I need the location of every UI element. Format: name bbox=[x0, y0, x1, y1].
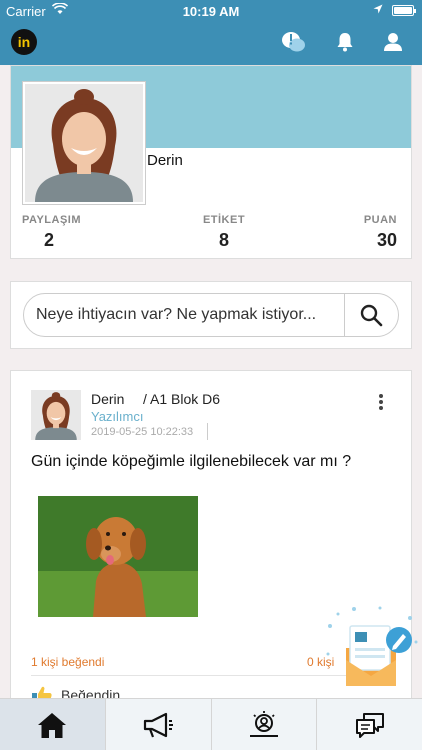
avatar-photo bbox=[31, 390, 81, 440]
bell-icon[interactable] bbox=[332, 30, 358, 54]
search-input[interactable]: Neye ihtiyacın var? Ne yapmak istiyor... bbox=[23, 293, 399, 337]
stat-tags: ETİKET 8 bbox=[184, 214, 264, 251]
date-divider bbox=[207, 423, 208, 440]
tab-home[interactable] bbox=[0, 699, 106, 750]
user-icon[interactable] bbox=[380, 30, 406, 54]
dog-photo bbox=[38, 496, 198, 617]
post-text: Gün içinde köpeğimle ilgilenebilecek var… bbox=[31, 453, 352, 470]
avatar-photo bbox=[25, 84, 143, 202]
more-options-icon[interactable] bbox=[375, 393, 387, 413]
app-logo[interactable]: in bbox=[11, 29, 37, 55]
compose-message-icon bbox=[326, 606, 418, 686]
home-icon bbox=[38, 712, 67, 738]
tab-messages[interactable] bbox=[317, 699, 422, 750]
stat-shares: PAYLAŞIM 2 bbox=[22, 214, 122, 251]
stat-points: PUAN 30 bbox=[297, 214, 397, 251]
bottom-nav bbox=[0, 698, 422, 750]
alert-chat-icon[interactable] bbox=[281, 30, 307, 54]
stat-value: 8 bbox=[218, 230, 229, 250]
post-date: 2019-05-25 10:22:33 bbox=[91, 426, 194, 438]
stat-value: 2 bbox=[44, 230, 55, 250]
post-author-role: Yazılımcı bbox=[91, 409, 144, 424]
post-author-avatar[interactable] bbox=[31, 390, 81, 440]
profile-name: Derin bbox=[147, 152, 183, 169]
post-location: / A1 Blok D6 bbox=[143, 391, 221, 407]
post-image[interactable] bbox=[38, 496, 198, 617]
profile-avatar[interactable] bbox=[23, 82, 145, 204]
post-author-name[interactable]: Derin bbox=[91, 391, 124, 407]
location-arrow-icon bbox=[373, 4, 383, 14]
battery-icon bbox=[392, 5, 416, 16]
stat-label: ETİKET bbox=[202, 214, 246, 226]
megaphone-icon bbox=[144, 712, 174, 737]
likes-count[interactable]: 1 kişi beğendi bbox=[31, 655, 104, 669]
compose-fab[interactable] bbox=[320, 604, 420, 694]
profile-card: Derin PAYLAŞIM 2 ETİKET 8 PUAN 30 bbox=[10, 65, 412, 259]
chat-icon bbox=[355, 712, 384, 738]
stat-label: PUAN bbox=[363, 214, 397, 226]
search-card: Neye ihtiyacın var? Ne yapmak istiyor... bbox=[10, 281, 412, 349]
status-bar: Carrier 10:19 AM bbox=[0, 0, 422, 22]
search-divider bbox=[344, 294, 345, 336]
app-header: Carrier 10:19 AM in bbox=[0, 0, 422, 65]
search-icon[interactable] bbox=[359, 303, 383, 327]
status-time: 10:19 AM bbox=[182, 4, 240, 19]
tab-announcements[interactable] bbox=[106, 699, 212, 750]
tab-find-people[interactable] bbox=[212, 699, 318, 750]
stat-value: 30 bbox=[376, 230, 397, 250]
search-people-icon bbox=[249, 710, 278, 737]
search-placeholder: Neye ihtiyacın var? Ne yapmak istiyor... bbox=[36, 306, 317, 323]
stat-label: PAYLAŞIM bbox=[22, 214, 82, 226]
